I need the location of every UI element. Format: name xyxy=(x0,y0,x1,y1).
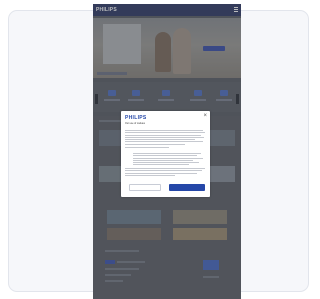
dialog-paragraph xyxy=(125,147,205,149)
dialog-logo: PHILIPS xyxy=(125,115,147,121)
cookie-consent-dialog: PHILIPS × Our use of cookies xyxy=(121,111,210,197)
accept-cookies-button[interactable] xyxy=(169,184,205,191)
cookie-settings-button[interactable] xyxy=(129,184,161,191)
close-icon[interactable]: × xyxy=(203,113,207,119)
dialog-paragraph xyxy=(125,168,205,177)
dialog-list xyxy=(133,153,203,167)
dialog-title: Our use of cookies xyxy=(125,122,145,125)
dialog-paragraph xyxy=(125,130,205,146)
